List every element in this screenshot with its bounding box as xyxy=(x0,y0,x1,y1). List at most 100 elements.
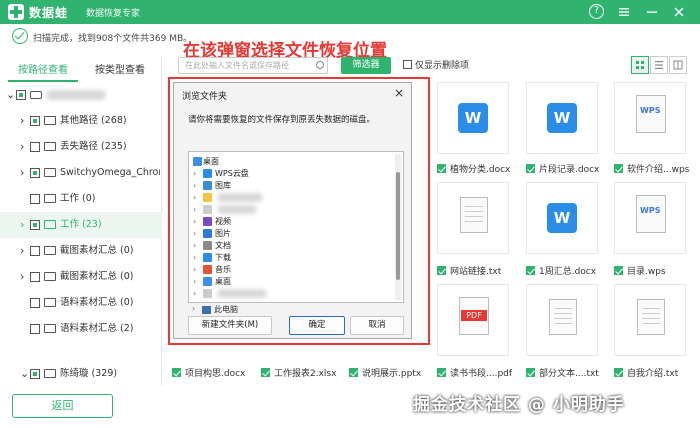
tree-label: 语料素材汇总 (2) xyxy=(60,323,134,334)
checkbox[interactable] xyxy=(437,266,446,275)
checkbox[interactable] xyxy=(614,368,623,377)
folder-icon xyxy=(44,298,56,307)
folder-icon xyxy=(44,220,56,229)
folder-icon xyxy=(44,168,56,177)
back-button[interactable]: 返回 xyxy=(12,394,113,418)
file-thumbnail[interactable]: W xyxy=(526,82,598,154)
file-caption[interactable]: 1周汇总.docx xyxy=(526,264,596,278)
checkbox[interactable] xyxy=(30,168,40,178)
folder-tree-item[interactable]: › xyxy=(189,287,399,300)
file-thumbnail[interactable] xyxy=(614,284,686,356)
grid-view-icon[interactable] xyxy=(631,56,649,74)
file-caption[interactable]: 自我介绍.txt xyxy=(614,366,678,380)
checkbox[interactable] xyxy=(30,246,40,256)
checkbox[interactable] xyxy=(30,220,40,230)
tree-row-selected[interactable]: › 工作 (23) xyxy=(0,212,162,238)
folder-icon xyxy=(203,205,212,214)
search-icon[interactable] xyxy=(316,61,324,69)
logo-icon xyxy=(8,4,24,20)
checkbox[interactable] xyxy=(614,266,623,275)
file-caption[interactable]: 说明展示.pptx xyxy=(349,366,421,380)
checkbox[interactable] xyxy=(614,164,623,173)
menu-icon[interactable] xyxy=(615,3,633,21)
checkbox[interactable] xyxy=(526,266,535,275)
checkbox[interactable] xyxy=(437,368,446,377)
tree-row[interactable]: › 丢失路径 (235) xyxy=(0,134,162,160)
filter-button[interactable]: 筛选器 xyxy=(341,57,391,74)
detail-view-icon[interactable] xyxy=(669,56,687,74)
checkbox[interactable] xyxy=(30,298,40,308)
file-caption[interactable]: 部分文本....txt xyxy=(526,366,599,380)
list-view-icon[interactable] xyxy=(650,56,668,74)
ok-button[interactable]: 确定 xyxy=(289,316,345,335)
tree-row[interactable]: ⌄ 陈绮璇 (329) xyxy=(0,362,162,386)
dialog-close-icon[interactable]: × xyxy=(392,86,406,100)
tree-row-drive[interactable]: ⌄ xyxy=(0,82,162,108)
chevron-down-icon[interactable]: ⌄ xyxy=(6,82,15,108)
checkbox[interactable] xyxy=(30,142,40,152)
file-caption[interactable]: 网站链接.txt xyxy=(437,264,501,278)
cloud-icon xyxy=(203,169,212,178)
minimize-icon[interactable] xyxy=(643,3,661,21)
tab-by-type[interactable]: 按类型查看 xyxy=(88,60,152,82)
file-caption[interactable]: 软件介绍...wps xyxy=(614,162,689,176)
checkbox[interactable] xyxy=(30,272,40,282)
checkbox[interactable] xyxy=(172,368,181,377)
checkbox[interactable] xyxy=(30,324,40,334)
file-thumbnail[interactable]: W xyxy=(526,182,598,254)
tree-row[interactable]: › SwitchyOmega_Chromium xyxy=(0,160,162,186)
checkbox[interactable] xyxy=(349,368,358,377)
tree-row[interactable]: 语料素材汇总 (2) xyxy=(0,316,162,342)
folder-tree[interactable]: 桌面 › WPS云盘 › 图库 › › › 视频 › 图片 › 文档 › 下载 › 音乐 › 桌 xyxy=(188,151,404,303)
chevron-right-icon[interactable]: › xyxy=(20,212,24,238)
tree-row[interactable]: › 其他路径 (268) xyxy=(0,108,162,134)
file-thumbnail[interactable]: WPS xyxy=(614,82,686,154)
tree-row[interactable]: › 截图素材汇总 (0) xyxy=(0,238,162,264)
checkbox[interactable] xyxy=(526,368,535,377)
file-caption[interactable]: 片段记录.docx xyxy=(526,162,599,176)
checkbox[interactable] xyxy=(526,164,535,173)
chevron-right-icon[interactable]: › xyxy=(20,264,24,290)
file-thumbnail[interactable]: W xyxy=(437,82,509,154)
file-caption[interactable]: 植物分类.docx xyxy=(437,162,510,176)
file-thumbnail[interactable] xyxy=(437,182,509,254)
help-icon[interactable]: ? xyxy=(589,4,604,19)
chevron-right-icon[interactable]: › xyxy=(20,108,24,134)
file-thumbnail[interactable]: PDF xyxy=(437,284,509,356)
checkbox[interactable] xyxy=(30,194,40,204)
documents-icon xyxy=(203,241,212,250)
chevron-right-icon[interactable]: › xyxy=(20,160,24,186)
tree-row[interactable]: 工作 (0) xyxy=(0,186,162,212)
only-deleted-toggle[interactable]: 仅显示删除项 xyxy=(403,58,469,71)
folder-icon xyxy=(44,116,56,125)
search-input[interactable]: 在此处输入文件名或保存路径 xyxy=(178,57,328,74)
checkbox[interactable] xyxy=(261,368,270,377)
tree-row[interactable]: › 截图素材汇总 (0) xyxy=(0,264,162,290)
chevron-right-icon[interactable]: › xyxy=(20,134,24,160)
checkbox[interactable] xyxy=(16,90,26,100)
file-caption[interactable]: 工作报表2.xlsx xyxy=(261,366,336,380)
checkbox[interactable] xyxy=(403,60,412,69)
tree-label: 截图素材汇总 (0) xyxy=(60,245,134,256)
checkbox[interactable] xyxy=(30,369,40,379)
tab-by-path[interactable]: 按路径查看 xyxy=(8,60,78,82)
new-folder-button[interactable]: 新建文件夹(M) xyxy=(188,316,272,335)
file-caption[interactable]: 读书书段....pdf xyxy=(437,366,512,380)
file-caption[interactable]: 目录.wps xyxy=(614,264,666,278)
file-thumbnail[interactable]: WPS xyxy=(614,182,686,254)
chevron-down-icon[interactable]: ⌄ xyxy=(20,362,29,386)
drive-icon xyxy=(30,91,42,99)
blurred-drive-name xyxy=(46,90,106,100)
checkbox[interactable] xyxy=(437,164,446,173)
blurred-name xyxy=(217,193,263,202)
close-icon[interactable] xyxy=(670,3,688,21)
tree-label: 截图素材汇总 (0) xyxy=(60,271,134,282)
file-thumbnail[interactable] xyxy=(526,284,598,356)
cancel-button[interactable]: 取消 xyxy=(350,316,404,335)
checkbox[interactable] xyxy=(30,116,40,126)
text-file-icon xyxy=(460,197,488,233)
tree-row[interactable]: 语料素材汇总 (0) xyxy=(0,290,162,316)
chevron-right-icon[interactable]: › xyxy=(20,238,24,264)
file-caption[interactable]: 项目构思.docx xyxy=(172,366,245,380)
scrollbar-thumb[interactable] xyxy=(396,172,400,280)
